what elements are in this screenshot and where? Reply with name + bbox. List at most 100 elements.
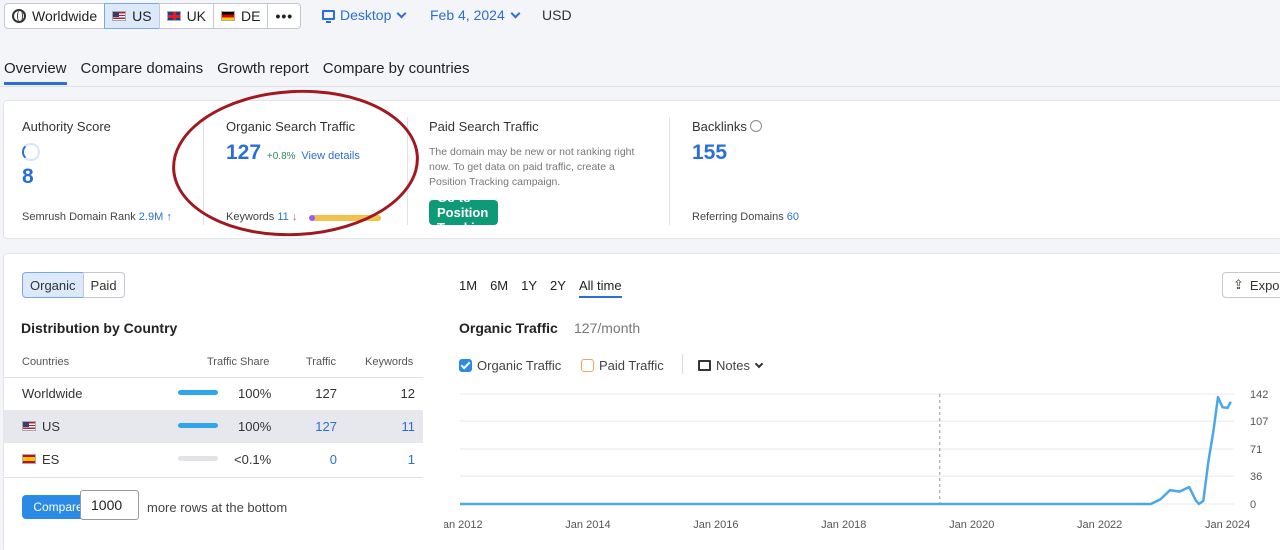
legend-organic-label: Organic Traffic (477, 358, 562, 373)
worldwide-filter[interactable]: Worldwide (4, 3, 106, 29)
domain-rank: Semrush Domain Rank 2.9M ↑ (22, 211, 172, 223)
col-keywords[interactable]: Keywords (365, 356, 413, 368)
authority-score-value[interactable]: 8 (22, 141, 50, 189)
export-button[interactable]: ⇪ Expo (1222, 272, 1280, 298)
tab-overview[interactable]: Overview (4, 60, 67, 85)
table-row[interactable]: ES <0.1% 0 1 (4, 443, 423, 476)
traffic-share-value: 100% (238, 419, 272, 434)
x-tick-label: Jan 2022 (1077, 519, 1122, 531)
go-to-position-tracking-button[interactable]: Go to Position Tracking (429, 190, 499, 235)
uk-label: UK (186, 8, 207, 24)
traffic-value[interactable]: 127 (315, 419, 337, 434)
worldwide-label: Worldwide (32, 8, 98, 24)
paid-toggle[interactable]: Paid (82, 272, 125, 298)
country-name: US (42, 419, 61, 434)
traffic-share-bar (178, 423, 218, 428)
col-traffic[interactable]: Traffic (306, 356, 336, 368)
device-dropdown[interactable]: Desktop (322, 7, 407, 23)
currency-label: USD (542, 7, 572, 23)
uk-flag-icon (166, 11, 181, 21)
traffic-value[interactable]: 0 (330, 452, 337, 467)
notes-label: Notes (716, 358, 750, 373)
domain-rank-value[interactable]: 2.9M (139, 211, 163, 223)
legend-paid-label: Paid Traffic (599, 358, 664, 373)
paid-traffic-label: Paid Search Traffic (429, 119, 539, 134)
notes-dropdown[interactable]: Notes (698, 358, 764, 373)
arrow-up-icon: ↑ (166, 211, 172, 223)
referring-domains-value[interactable]: 60 (787, 211, 799, 223)
legend-paid-traffic[interactable]: Paid Traffic (581, 358, 664, 373)
paid-traffic-message: The domain may be new or not ranking rig… (429, 146, 635, 188)
organic-traffic-chart[interactable]: 0 36 71 107 142 Jan 2012 Jan 2014 Jan 2016 Jan 2… (444, 384, 1274, 534)
x-tick-label: Jan 2024 (1205, 519, 1250, 531)
y-tick-label: 36 (1250, 471, 1262, 483)
period-1m[interactable]: 1M (459, 278, 477, 298)
legend-organic-traffic[interactable]: Organic Traffic (459, 358, 561, 373)
y-tick-label: 71 (1250, 444, 1262, 456)
authority-score-number: 8 (22, 165, 34, 188)
us-label: US (132, 8, 152, 24)
period-1y[interactable]: 1Y (521, 278, 537, 298)
us-flag-icon (22, 421, 36, 431)
period-selector: 1M 6M 1Y 2Y All time (459, 278, 635, 298)
country-name: Worldwide (22, 386, 83, 401)
authority-score-label: Authority Score (22, 119, 111, 134)
x-tick-label: Jan 2012 (444, 519, 483, 531)
x-tick-label: Jan 2018 (821, 519, 866, 531)
backlinks-value[interactable]: 155 (692, 141, 727, 165)
chart-title: Organic Traffic (459, 320, 558, 336)
organic-paid-toggle: Organic Paid (22, 272, 125, 298)
period-6m[interactable]: 6M (490, 278, 508, 298)
notes-icon (698, 360, 711, 371)
backlinks-label-row: Backlinks (692, 119, 762, 134)
traffic-share-bar (178, 456, 218, 461)
keywords-value[interactable]: 1 (408, 452, 415, 467)
chevron-down-icon (754, 359, 764, 369)
organic-toggle[interactable]: Organic (22, 272, 84, 298)
period-all-time[interactable]: All time (578, 278, 622, 298)
checkbox-unchecked-icon (581, 359, 594, 372)
col-traffic-share[interactable]: Traffic Share (207, 356, 269, 368)
metrics-divider (669, 117, 670, 225)
gauge-icon (22, 143, 40, 161)
tab-compare-by-countries[interactable]: Compare by countries (323, 60, 470, 85)
globe-icon (12, 9, 26, 23)
y-tick-label: 142 (1250, 389, 1268, 401)
uk-filter[interactable]: UK (158, 3, 215, 29)
table-row[interactable]: Worldwide 100% 127 12 (4, 377, 423, 410)
more-rows-text: more rows at the bottom (147, 500, 288, 515)
table-row[interactable]: US 100% 127 11 (4, 410, 423, 443)
tabs-divider (0, 86, 1280, 87)
distribution-and-trend-panel: Organic Paid Distribution by Country Cou… (3, 253, 1280, 550)
y-tick-label: 107 (1250, 416, 1268, 428)
period-2y[interactable]: 2Y (550, 278, 566, 298)
monitor-icon (322, 10, 335, 23)
tab-compare-domains[interactable]: Compare domains (81, 60, 204, 85)
col-countries: Countries (22, 356, 70, 368)
de-filter[interactable]: DE (213, 3, 269, 29)
rows-count-input[interactable]: 1000 (80, 490, 139, 520)
date-label: Feb 4, 2024 (430, 7, 505, 23)
legend-divider (682, 354, 683, 374)
keywords-value[interactable]: 11 (402, 419, 416, 434)
referring-domains: Referring Domains 60 (692, 211, 799, 223)
traffic-value: 127 (315, 386, 337, 401)
country-name: ES (42, 452, 60, 467)
device-label: Desktop (340, 7, 392, 23)
x-tick-label: Jan 2016 (693, 519, 738, 531)
traffic-share-bar (178, 390, 218, 395)
us-flag-icon (112, 11, 127, 21)
checkbox-checked-icon (459, 359, 472, 372)
more-countries-button[interactable]: ••• (267, 3, 302, 29)
chevron-down-icon (510, 8, 521, 18)
info-icon[interactable] (749, 120, 762, 132)
country-name-cell: ES (22, 452, 59, 467)
domain-rank-label: Semrush Domain Rank (22, 211, 136, 223)
date-dropdown[interactable]: Feb 4, 2024 (430, 7, 521, 23)
chevron-down-icon (396, 8, 407, 18)
x-tick-label: Jan 2014 (565, 519, 610, 531)
backlinks-label: Backlinks (692, 119, 747, 134)
us-filter[interactable]: US (104, 3, 160, 29)
tab-growth-report[interactable]: Growth report (217, 60, 309, 85)
upload-icon: ⇪ (1233, 277, 1244, 292)
